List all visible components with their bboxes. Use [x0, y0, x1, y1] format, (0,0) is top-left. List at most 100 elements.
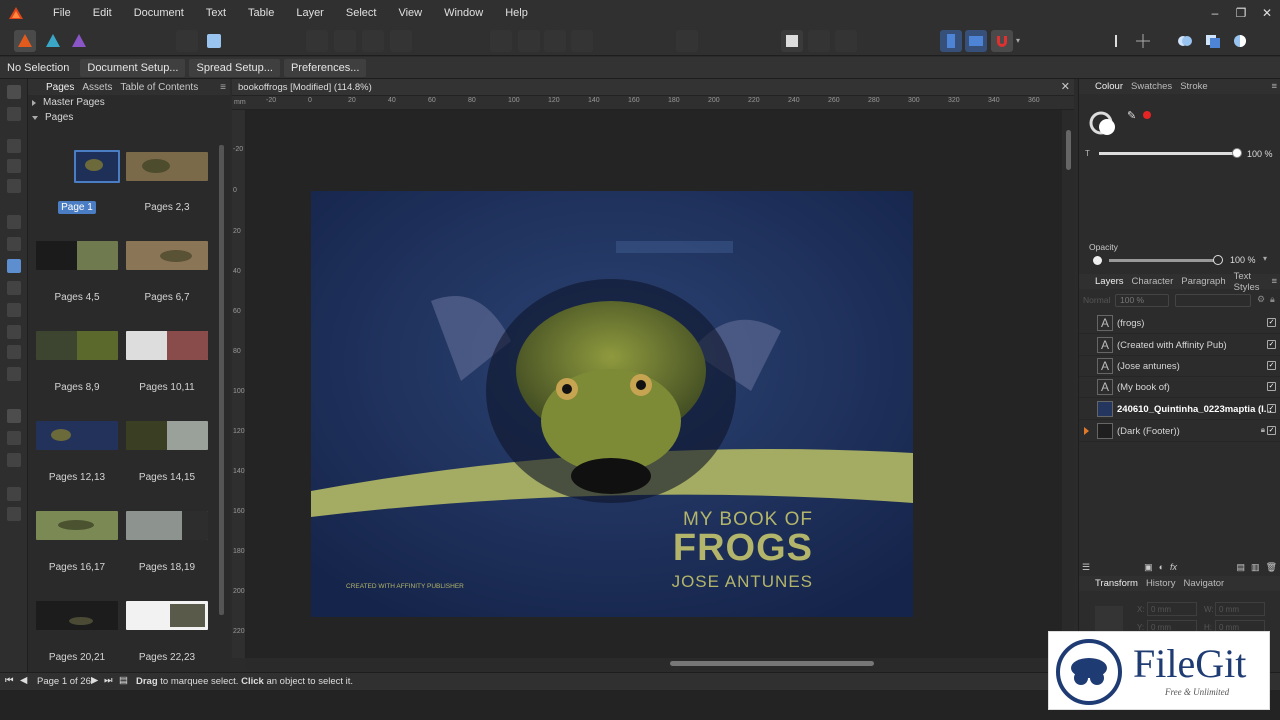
- tab-paragraph[interactable]: Paragraph: [1177, 276, 1229, 287]
- page-thumbnail[interactable]: [126, 152, 208, 181]
- cover-title-frogs[interactable]: FROGS: [311, 527, 813, 570]
- preferences-button[interactable]: Preferences...: [283, 58, 367, 77]
- move-cursor-icon[interactable]: [1105, 30, 1127, 52]
- menu-layer[interactable]: Layer: [285, 0, 335, 26]
- page-thumbnail[interactable]: [126, 511, 208, 540]
- menu-document[interactable]: Document: [123, 0, 195, 26]
- table-tool-icon[interactable]: [7, 179, 21, 193]
- x-field[interactable]: 0 mm: [1147, 602, 1197, 616]
- cover-credit[interactable]: CREATED WITH AFFINITY PUBLISHER: [346, 583, 464, 590]
- page-thumbnail[interactable]: [74, 150, 120, 183]
- current-color-dot[interactable]: [1143, 111, 1151, 119]
- tab-colour[interactable]: Colour: [1091, 81, 1127, 92]
- close-window-button[interactable]: ✕: [1254, 0, 1280, 26]
- page-thumbnail[interactable]: [126, 421, 208, 450]
- panel-menu-icon[interactable]: ≡: [1267, 276, 1280, 287]
- tab-navigator[interactable]: Navigator: [1180, 578, 1229, 589]
- page-thumbnail[interactable]: [126, 601, 208, 630]
- color-picker-icon[interactable]: ✎: [1127, 109, 1136, 122]
- collapse-icon[interactable]: [32, 115, 38, 120]
- opacity-value[interactable]: 100 %: [1230, 255, 1256, 265]
- publisher-persona-icon[interactable]: [14, 30, 36, 52]
- resource-manager-icon[interactable]: [203, 30, 225, 52]
- tab-pages[interactable]: Pages: [42, 82, 78, 93]
- horizontal-ruler[interactable]: mm -20 0 20 40 60 80 100 120 140 160 180…: [232, 96, 1074, 110]
- lock-icon[interactable]: 🔒︎: [1261, 425, 1265, 435]
- tab-swatches[interactable]: Swatches: [1127, 81, 1176, 92]
- artistic-text-tool-icon[interactable]: [7, 159, 21, 173]
- tab-table-of-contents[interactable]: Table of Contents: [116, 82, 202, 93]
- hand-tool-icon[interactable]: [7, 487, 21, 501]
- fill-stroke-swatch[interactable]: [1089, 109, 1119, 142]
- anchor-selector[interactable]: [1095, 606, 1123, 634]
- tint-value[interactable]: 100 %: [1247, 149, 1273, 159]
- tint-slider-handle[interactable]: [1232, 148, 1242, 158]
- vector-crop-tool-icon[interactable]: [7, 303, 21, 317]
- transparency-tool-icon[interactable]: [7, 453, 21, 467]
- visibility-checkbox[interactable]: ✓: [1267, 426, 1276, 435]
- align-justify-icon[interactable]: [390, 30, 412, 52]
- ellipse-tool-icon[interactable]: [7, 345, 21, 359]
- add-layer-icon[interactable]: ▤: [1237, 562, 1246, 573]
- snapping-magnet-icon[interactable]: [991, 30, 1013, 52]
- visibility-checkbox[interactable]: ✓: [1267, 340, 1276, 349]
- book-cover-page[interactable]: MY BOOK OF FROGS JOSE ANTUNES CREATED WI…: [311, 191, 913, 617]
- shape-tool-icon[interactable]: [7, 367, 21, 381]
- arrange-forward-icon[interactable]: [518, 30, 540, 52]
- align-right-icon[interactable]: [362, 30, 384, 52]
- blend-mode-select[interactable]: [1175, 294, 1251, 307]
- pen-tool-icon[interactable]: [7, 215, 21, 229]
- menu-select[interactable]: Select: [335, 0, 388, 26]
- vertical-scrollbar[interactable]: [1062, 110, 1074, 658]
- lock-icon[interactable]: 🔒︎: [1270, 294, 1275, 305]
- tab-transform[interactable]: Transform: [1091, 578, 1142, 589]
- adjustment-icon[interactable]: ◐: [1159, 562, 1164, 572]
- align-center-icon[interactable]: [334, 30, 356, 52]
- layer-stack-icon[interactable]: ☰: [1082, 562, 1090, 573]
- opacity-slider[interactable]: [1109, 259, 1217, 262]
- visibility-checkbox[interactable]: ✓: [1267, 404, 1276, 413]
- text-tool-icon[interactable]: [7, 409, 21, 423]
- page-indicator[interactable]: Page 1 of 26: [37, 676, 91, 687]
- page-thumbnail[interactable]: [36, 601, 118, 630]
- designer-persona-icon[interactable]: [68, 30, 90, 52]
- menu-help[interactable]: Help: [494, 0, 539, 26]
- page-thumbnail[interactable]: [36, 331, 118, 360]
- layer-row[interactable]: 240610_Quintinha_0223maptia (I... ✓: [1079, 399, 1280, 420]
- next-page-icon[interactable]: ▶: [91, 675, 98, 686]
- zoom-tool-icon[interactable]: [7, 507, 21, 521]
- rectangle-tool-icon[interactable]: [7, 325, 21, 339]
- align-left-icon[interactable]: [306, 30, 328, 52]
- close-document-icon[interactable]: ✕: [1061, 80, 1070, 93]
- tab-text-styles[interactable]: Text Styles: [1230, 271, 1268, 293]
- pencil-tool-icon[interactable]: [7, 237, 21, 251]
- tab-character[interactable]: Character: [1128, 276, 1178, 287]
- w-field[interactable]: 0 mm: [1215, 602, 1265, 616]
- view-single-page-icon[interactable]: [940, 30, 962, 52]
- boolean-add-icon[interactable]: [1174, 30, 1196, 52]
- layer-row[interactable]: A (My book of) ✓: [1079, 377, 1280, 398]
- opacity-dropdown-icon[interactable]: ▾: [1263, 254, 1267, 263]
- tab-assets[interactable]: Assets: [78, 82, 116, 93]
- vertical-ruler[interactable]: -20 0 20 40 60 80 100 120 140 160 180 20…: [232, 110, 246, 658]
- arrange-front-icon[interactable]: [490, 30, 512, 52]
- layer-opacity-field[interactable]: 100 %: [1115, 294, 1169, 307]
- bleed-icon[interactable]: [808, 30, 830, 52]
- tab-stroke[interactable]: Stroke: [1176, 81, 1211, 92]
- expand-icon[interactable]: [32, 99, 36, 106]
- fx-icon[interactable]: fx: [1170, 562, 1177, 572]
- rectangle-frame-tool-icon[interactable]: [7, 281, 21, 295]
- menu-file[interactable]: File: [42, 0, 82, 26]
- previous-page-icon[interactable]: ◀: [20, 675, 27, 686]
- layer-settings-icon[interactable]: ⚙: [1257, 294, 1265, 305]
- tint-slider[interactable]: [1099, 152, 1239, 155]
- arrange-backward-icon[interactable]: [544, 30, 566, 52]
- frame-text-tool-icon[interactable]: [7, 139, 21, 153]
- arrange-back-icon[interactable]: [571, 30, 593, 52]
- pages-row[interactable]: Pages: [32, 110, 230, 125]
- text-wrap-icon[interactable]: [676, 30, 698, 52]
- minimize-button[interactable]: –: [1202, 0, 1228, 26]
- mask-icon[interactable]: ▣: [1144, 562, 1153, 573]
- delete-layer-icon[interactable]: 🗑︎: [1266, 562, 1277, 573]
- master-pages-row[interactable]: Master Pages: [32, 95, 230, 110]
